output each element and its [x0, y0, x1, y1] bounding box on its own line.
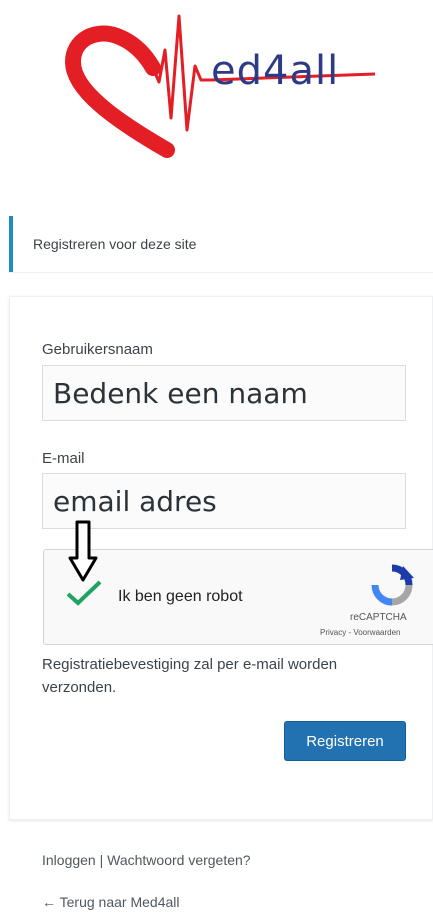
- email-label: E-mail: [42, 450, 85, 467]
- username-label: Gebruikersnaam: [42, 341, 153, 358]
- recaptcha-logo-icon: [371, 564, 414, 606]
- lost-password-link[interactable]: Wachtwoord vergeten?: [107, 852, 250, 868]
- register-message-text: Registreren voor deze site: [33, 236, 197, 252]
- recaptcha-privacy-terms-links[interactable]: Privacy - Voorwaarden: [320, 628, 400, 637]
- recaptcha-widget[interactable]: Ik ben geen robot reCAPTCHA Privacy - Vo…: [43, 549, 433, 645]
- login-link[interactable]: Inloggen: [42, 852, 96, 868]
- back-to-site-link[interactable]: ← Terug naar Med4all: [42, 894, 179, 910]
- recaptcha-brand: reCAPTCHA: [350, 612, 407, 623]
- down-arrow-icon: [68, 520, 98, 582]
- register-message-box: Registreren voor deze site: [9, 216, 433, 272]
- logo-text: ed4all: [211, 48, 340, 94]
- username-input[interactable]: [42, 365, 406, 421]
- confirmation-notice: Registratiebevestiging zal per e-mail wo…: [42, 656, 338, 696]
- med4all-logo[interactable]: ed4all: [55, 10, 385, 160]
- captcha-label: Ik ben geen robot: [118, 588, 243, 605]
- login-nav: Inloggen | Wachtwoord vergeten?: [42, 852, 251, 868]
- registration-page: ed4all Registreren voor deze site Gebrui…: [0, 0, 433, 917]
- nav-separator: |: [99, 852, 104, 868]
- register-button[interactable]: Registreren: [284, 721, 406, 761]
- checkmark-icon[interactable]: [66, 580, 102, 606]
